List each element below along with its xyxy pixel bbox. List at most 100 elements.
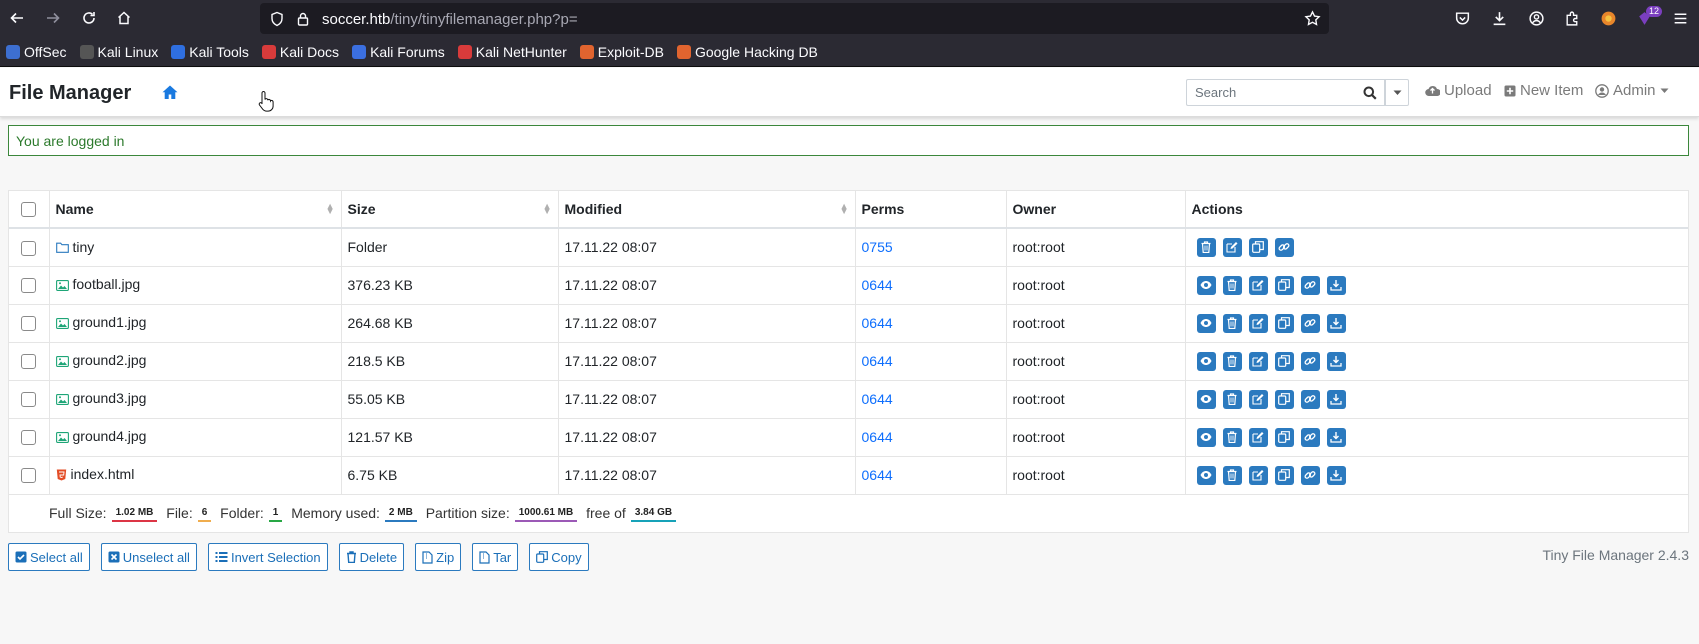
rename-action-button[interactable] bbox=[1248, 351, 1268, 371]
row-checkbox[interactable] bbox=[21, 468, 37, 484]
copy-action-button[interactable] bbox=[1274, 351, 1294, 371]
download-action-button[interactable] bbox=[1326, 275, 1346, 295]
bookmark-item[interactable]: Kali Docs bbox=[261, 37, 339, 67]
home-icon[interactable] bbox=[162, 85, 178, 105]
link-action-button[interactable] bbox=[1274, 237, 1294, 257]
copy-button[interactable]: Copy bbox=[529, 543, 589, 571]
tar-button[interactable]: Tar bbox=[472, 543, 519, 571]
header-modified[interactable]: Modified ▲ ▼ bbox=[558, 191, 856, 229]
admin-dropdown[interactable]: Admin bbox=[1595, 82, 1669, 99]
unselect-all-button[interactable]: Unselect all bbox=[100, 543, 197, 571]
delete-action-button[interactable] bbox=[1222, 351, 1242, 371]
download-action-button[interactable] bbox=[1326, 465, 1346, 485]
delete-action-button[interactable] bbox=[1222, 313, 1242, 333]
bookmark-item[interactable]: Kali NetHunter bbox=[457, 37, 567, 67]
bookmark-item[interactable]: Kali Forums bbox=[352, 37, 445, 67]
file-name-link[interactable]: ground4.jpg bbox=[73, 428, 147, 444]
view-action-button[interactable] bbox=[1196, 427, 1216, 447]
link-action-button[interactable] bbox=[1300, 351, 1320, 371]
file-name-link[interactable]: index.html bbox=[71, 466, 135, 482]
url-bar[interactable]: soccer.htb/tiny/tinyfilemanager.php?p= bbox=[260, 3, 1329, 34]
row-checkbox[interactable] bbox=[21, 354, 37, 370]
perms-link[interactable]: 0644 bbox=[862, 277, 893, 293]
perms-link[interactable]: 0755 bbox=[862, 239, 893, 255]
copy-action-button[interactable] bbox=[1274, 313, 1294, 333]
file-name-link[interactable]: ground3.jpg bbox=[73, 390, 147, 406]
row-checkbox[interactable] bbox=[21, 430, 37, 446]
download-action-button[interactable] bbox=[1326, 389, 1346, 409]
link-action-button[interactable] bbox=[1300, 465, 1320, 485]
download-action-button[interactable] bbox=[1326, 313, 1346, 333]
file-name-link[interactable]: ground1.jpg bbox=[73, 314, 147, 330]
view-action-button[interactable] bbox=[1196, 313, 1216, 333]
rename-action-button[interactable] bbox=[1248, 313, 1268, 333]
forward-icon[interactable] bbox=[37, 2, 69, 34]
reload-icon[interactable] bbox=[73, 2, 105, 34]
link-action-button[interactable] bbox=[1300, 389, 1320, 409]
account-icon[interactable] bbox=[1520, 2, 1552, 34]
copy-action-button[interactable] bbox=[1274, 465, 1294, 485]
row-checkbox[interactable] bbox=[21, 278, 37, 294]
rename-action-button[interactable] bbox=[1248, 427, 1268, 447]
rename-action-button[interactable] bbox=[1248, 389, 1268, 409]
extensions-icon[interactable] bbox=[1556, 2, 1588, 34]
invert-selection-button[interactable]: Invert Selection bbox=[207, 543, 328, 571]
perms-link[interactable]: 0644 bbox=[862, 429, 893, 445]
upload-button[interactable]: Upload bbox=[1425, 82, 1492, 99]
select-all-checkbox[interactable] bbox=[21, 202, 37, 218]
view-action-button[interactable] bbox=[1196, 275, 1216, 295]
bookmark-item[interactable]: OffSec bbox=[6, 37, 67, 67]
perms-link[interactable]: 0644 bbox=[862, 391, 893, 407]
delete-action-button[interactable] bbox=[1222, 275, 1242, 295]
delete-button[interactable]: Delete bbox=[338, 543, 405, 571]
search-input[interactable] bbox=[1186, 79, 1355, 106]
row-checkbox[interactable] bbox=[21, 392, 37, 408]
addon-extension-icon[interactable]: 12 bbox=[1628, 2, 1663, 34]
link-action-button[interactable] bbox=[1300, 427, 1320, 447]
shield-icon[interactable] bbox=[269, 11, 285, 32]
link-action-button[interactable] bbox=[1300, 313, 1320, 333]
brand-title[interactable]: File Manager bbox=[9, 82, 131, 105]
select-all-button[interactable]: Select all bbox=[8, 543, 90, 571]
menu-icon[interactable] bbox=[1664, 2, 1696, 34]
pocket-icon[interactable] bbox=[1446, 2, 1478, 34]
download-action-button[interactable] bbox=[1326, 351, 1346, 371]
back-icon[interactable] bbox=[1, 2, 33, 34]
zip-button[interactable]: Zip bbox=[415, 543, 462, 571]
lock-icon[interactable] bbox=[295, 11, 311, 32]
delete-action-button[interactable] bbox=[1222, 465, 1242, 485]
copy-action-button[interactable] bbox=[1248, 237, 1268, 257]
link-action-button[interactable] bbox=[1300, 275, 1320, 295]
chevron-down-icon[interactable] bbox=[1385, 79, 1409, 106]
bookmark-item[interactable]: Kali Linux bbox=[79, 37, 158, 67]
bookmark-star-icon[interactable] bbox=[1304, 10, 1321, 32]
firefox-extension-icon[interactable] bbox=[1592, 2, 1624, 34]
search-icon[interactable] bbox=[1355, 79, 1385, 106]
file-name-link[interactable]: tiny bbox=[73, 239, 95, 255]
copy-action-button[interactable] bbox=[1274, 275, 1294, 295]
bookmark-item[interactable]: Exploit-DB bbox=[579, 37, 664, 67]
bookmark-item[interactable]: Google Hacking DB bbox=[676, 37, 818, 67]
view-action-button[interactable] bbox=[1196, 351, 1216, 371]
header-size[interactable]: Size ▲ ▼ bbox=[341, 191, 559, 229]
delete-action-button[interactable] bbox=[1196, 237, 1216, 257]
perms-link[interactable]: 0644 bbox=[862, 467, 893, 483]
rename-action-button[interactable] bbox=[1248, 465, 1268, 485]
rename-action-button[interactable] bbox=[1248, 275, 1268, 295]
copy-action-button[interactable] bbox=[1274, 427, 1294, 447]
header-name[interactable]: Name ▲ ▼ bbox=[49, 191, 342, 229]
perms-link[interactable]: 0644 bbox=[862, 315, 893, 331]
home-icon[interactable] bbox=[108, 2, 140, 34]
row-checkbox[interactable] bbox=[21, 240, 37, 256]
bookmark-item[interactable]: Kali Tools bbox=[171, 37, 249, 67]
file-name-link[interactable]: football.jpg bbox=[73, 276, 141, 292]
downloads-icon[interactable] bbox=[1483, 2, 1515, 34]
new-item-button[interactable]: New Item bbox=[1504, 82, 1583, 99]
select-all-header[interactable] bbox=[9, 191, 50, 229]
rename-action-button[interactable] bbox=[1222, 237, 1242, 257]
row-checkbox[interactable] bbox=[21, 316, 37, 332]
delete-action-button[interactable] bbox=[1222, 389, 1242, 409]
delete-action-button[interactable] bbox=[1222, 427, 1242, 447]
view-action-button[interactable] bbox=[1196, 465, 1216, 485]
file-name-link[interactable]: ground2.jpg bbox=[73, 352, 147, 368]
